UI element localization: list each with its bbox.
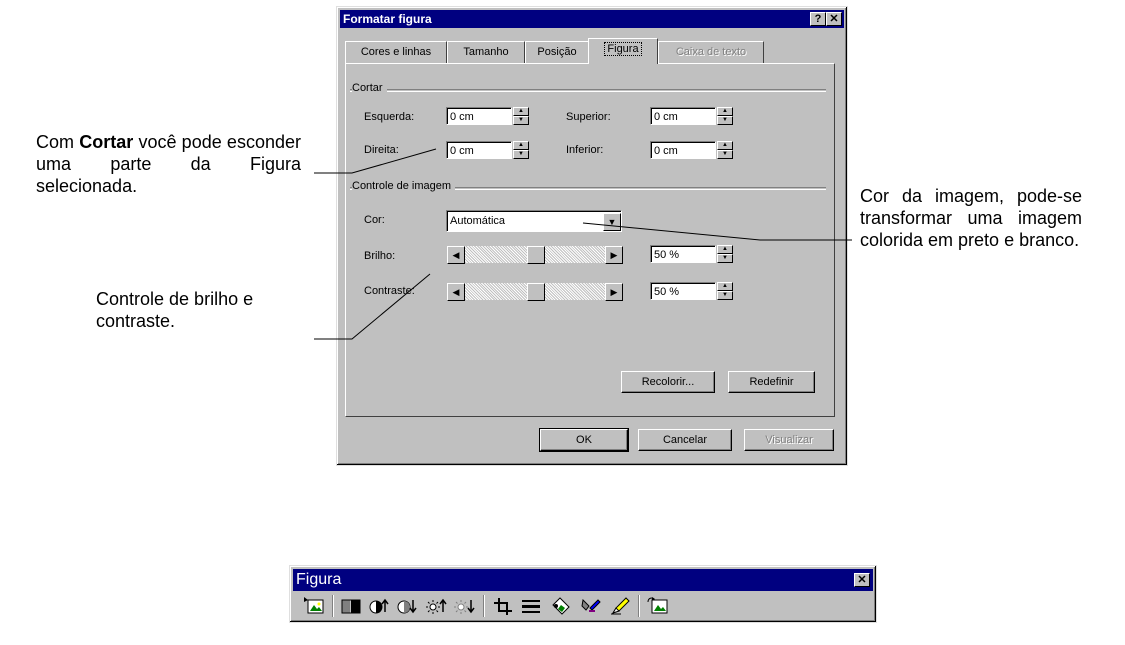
line-style-icon[interactable] xyxy=(519,595,543,617)
less-contrast-icon[interactable] xyxy=(394,595,418,617)
toolbar-titlebar: Figura ✕ xyxy=(293,569,873,591)
toolbar-close-button[interactable]: ✕ xyxy=(854,573,870,587)
image-control-icon[interactable] xyxy=(339,595,363,617)
cor-leader-line xyxy=(582,222,852,241)
toolbar-separator xyxy=(332,595,334,617)
toolbar-title: Figura xyxy=(296,571,342,588)
figura-toolbar: Figura ✕ xyxy=(289,565,877,623)
reset-picture-icon[interactable] xyxy=(646,595,670,617)
brilho-leader-line xyxy=(314,273,431,340)
annotation-leader-lines xyxy=(314,148,852,340)
set-transparent-color-icon[interactable] xyxy=(579,595,603,617)
more-contrast-icon[interactable] xyxy=(366,595,390,617)
format-picture-icon[interactable] xyxy=(549,595,573,617)
pencil-icon[interactable] xyxy=(608,595,632,617)
more-brightness-icon[interactable] xyxy=(424,595,448,617)
less-brightness-icon[interactable] xyxy=(452,595,476,617)
toolbar-separator xyxy=(483,595,485,617)
tab-figura[interactable]: Figura xyxy=(588,38,658,64)
insert-picture-icon[interactable] xyxy=(302,595,326,617)
cortar-leader-line xyxy=(314,148,437,174)
toolbar-separator xyxy=(638,595,640,617)
crop-icon[interactable] xyxy=(491,595,515,617)
